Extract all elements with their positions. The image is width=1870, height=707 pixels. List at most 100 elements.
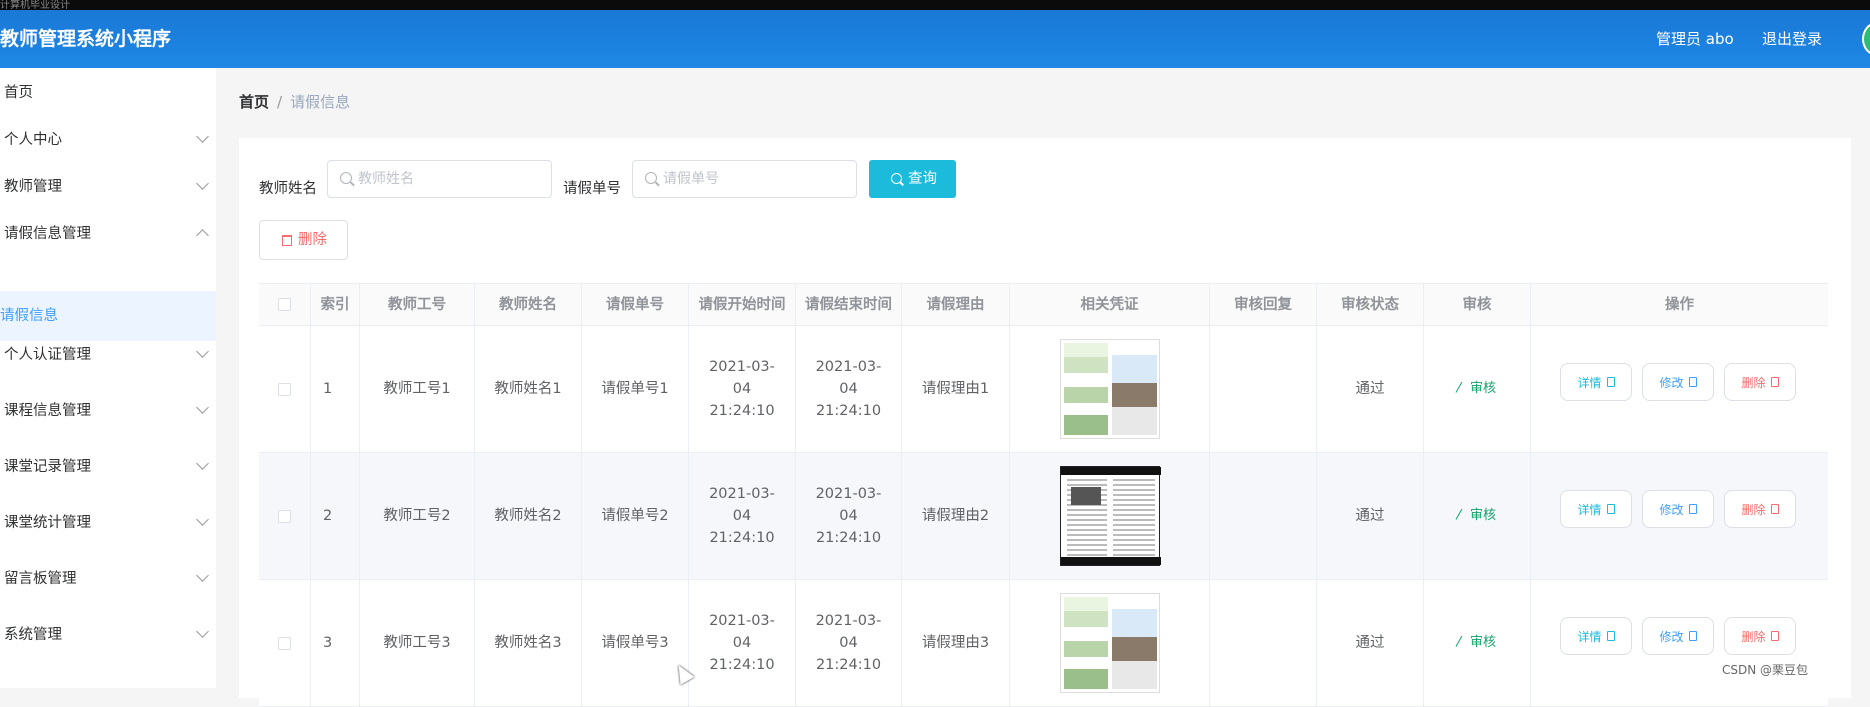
detail-button[interactable]: 详情 [1560,363,1632,401]
sidebar-item-leave-management[interactable]: 请假信息管理 [0,209,216,259]
teacher-id-cell: 教师工号3 [360,580,475,706]
reply-cell [1210,326,1317,452]
audit-link[interactable]: 审核 [1455,505,1496,527]
row-checkbox[interactable] [278,509,291,523]
column-header: 请假开始时间 [689,284,796,325]
status-cell: 通过 [1317,453,1424,579]
teacher-name-cell: 教师姓名1 [475,326,582,452]
edit-label: 修改 [1659,502,1684,517]
row-checkbox[interactable] [278,636,291,650]
audit-link[interactable]: 审核 [1455,632,1496,654]
sidebar-item-certification[interactable]: 个人认证管理 [0,330,216,380]
start-time-cell: 2021-03-04 21:24:10 [689,580,796,706]
reason-cell: 请假理由1 [902,326,1010,452]
status-cell: 通过 [1317,580,1424,706]
breadcrumb: 首页 / 请假信息 [239,91,350,112]
chevron-down-icon [196,457,209,470]
search-icon [645,172,657,184]
edit-button[interactable]: 修改 [1642,617,1714,655]
end-time: 2021-03-04 21:24:10 [815,613,882,673]
sidebar-item-teacher[interactable]: 教师管理 [0,162,216,212]
detail-button[interactable]: 详情 [1560,617,1632,655]
start-time-cell: 2021-03-04 21:24:10 [689,453,796,579]
row-delete-button[interactable]: 删除 [1724,490,1796,528]
proof-thumbnail[interactable] [1059,466,1161,566]
leave-no-search[interactable] [632,160,857,198]
sidebar: 首页 个人中心 教师管理 请假信息管理 请假信息 个人认证管理 课程信息管理 课… [0,68,216,688]
row-checkbox[interactable] [278,382,291,396]
column-header: 相关凭证 [1010,284,1210,325]
end-time: 2021-03-04 21:24:10 [815,359,882,419]
column-header: 教师工号 [360,284,475,325]
audit-link[interactable]: 审核 [1455,378,1496,400]
breadcrumb-home[interactable]: 首页 [239,93,269,111]
avatar[interactable] [1862,22,1870,56]
sidebar-item-label: 个人中心 [4,132,62,148]
edit-button[interactable]: 修改 [1642,490,1714,528]
document-icon [1606,377,1615,387]
sidebar-item-label: 留言板管理 [4,571,77,587]
index-cell: 1 [311,326,360,452]
app-header: 教师管理系统小程序 管理员 abo 退出登录 [0,10,1870,68]
column-header: 请假理由 [902,284,1010,325]
leave-no-input[interactable] [663,161,848,197]
row-select-cell [259,326,311,452]
query-button[interactable]: 查询 [869,160,956,198]
status-cell: 通过 [1317,326,1424,452]
column-header: 审核 [1424,284,1531,325]
teacher-name-input[interactable] [358,161,543,197]
edit-label: 修改 [1659,629,1684,644]
search-icon [891,173,902,184]
sidebar-item-class-stats[interactable]: 课堂统计管理 [0,498,216,548]
edit-icon [1688,377,1697,387]
sidebar-item-label: 首页 [4,85,33,101]
proof-thumbnail[interactable] [1059,339,1160,439]
index-cell: 3 [311,580,360,706]
trash-icon [1770,631,1779,641]
chevron-down-icon [196,130,209,143]
sidebar-item-system[interactable]: 系统管理 [0,610,216,660]
sidebar-item-personal[interactable]: 个人中心 [0,115,216,165]
trash-icon [1770,504,1779,514]
teacher-name-cell: 教师姓名2 [475,453,582,579]
detail-label: 详情 [1577,502,1602,517]
sidebar-item-home[interactable]: 首页 [0,68,216,118]
audit-label: 审核 [1469,508,1496,523]
sidebar-item-message-board[interactable]: 留言板管理 [0,554,216,604]
audit-cell: 审核 [1424,453,1531,579]
row-delete-label: 删除 [1741,629,1766,644]
edit-icon [1688,504,1697,514]
audit-label: 审核 [1469,635,1496,650]
sidebar-item-course[interactable]: 课程信息管理 [0,386,216,436]
end-time-cell: 2021-03-04 21:24:10 [796,580,902,706]
chevron-down-icon [196,625,209,638]
delete-button[interactable]: 删除 [259,220,348,260]
index-cell: 2 [311,453,360,579]
proof-cell [1010,453,1210,579]
start-time: 2021-03-04 21:24:10 [709,359,775,419]
edit-button[interactable]: 修改 [1642,363,1714,401]
chevron-down-icon [196,513,209,526]
sidebar-item-label: 个人认证管理 [4,347,91,363]
table-header-row: 索引 教师工号 教师姓名 请假单号 请假开始时间 请假结束时间 请假理由 相关凭… [259,283,1828,326]
row-delete-button[interactable]: 删除 [1724,617,1796,655]
app-title: 教师管理系统小程序 [0,28,172,50]
column-header: 索引 [311,284,360,325]
edit-icon [1455,508,1469,524]
select-all-cell [259,284,311,325]
sidebar-item-class-record[interactable]: 课堂记录管理 [0,442,216,492]
logout-link[interactable]: 退出登录 [1762,10,1822,68]
reason-cell: 请假理由3 [902,580,1010,706]
start-time: 2021-03-04 21:24:10 [709,613,775,673]
chevron-down-icon [196,569,209,582]
chevron-down-icon [196,345,209,358]
leave-no-cell: 请假单号1 [582,326,689,452]
proof-thumbnail[interactable] [1059,593,1160,693]
teacher-name-search[interactable] [327,160,552,198]
select-all-checkbox[interactable] [278,298,291,311]
detail-button[interactable]: 详情 [1560,490,1632,528]
chevron-down-icon [196,177,209,190]
breadcrumb-separator: / [277,93,283,111]
row-delete-button[interactable]: 删除 [1724,363,1796,401]
proof-cell [1010,326,1210,452]
